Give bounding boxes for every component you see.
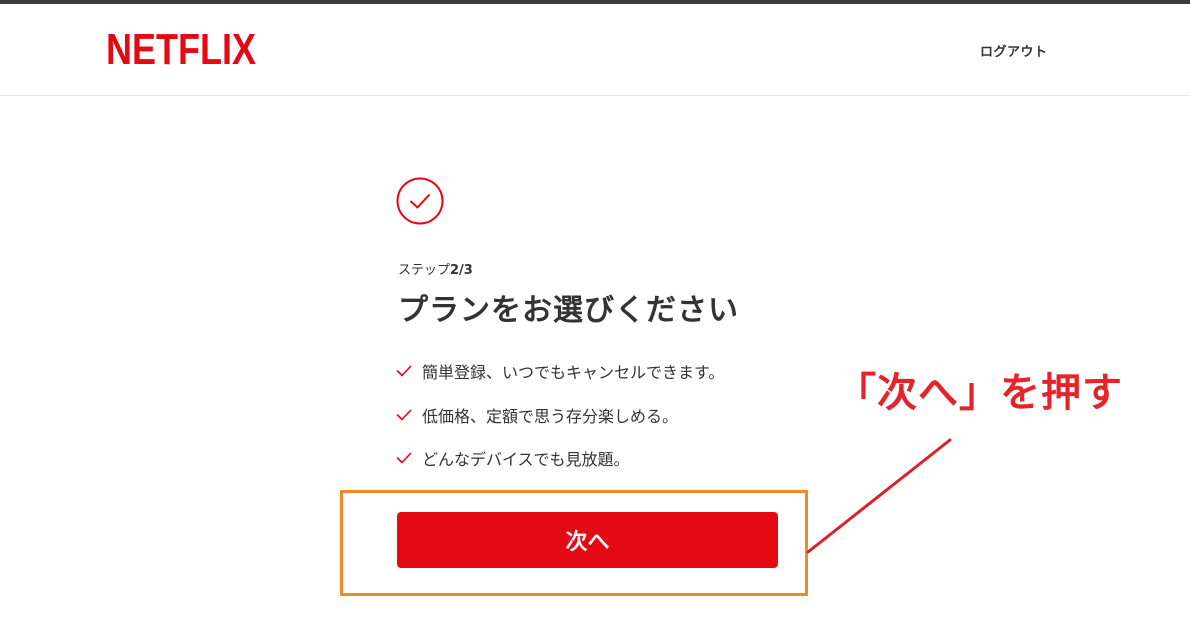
step-indicator: ステップ2/3 bbox=[398, 259, 473, 278]
logout-link[interactable]: ログアウト bbox=[980, 41, 1048, 60]
benefit-text: 低価格、定額で思う存分楽しめる。 bbox=[422, 406, 679, 426]
benefit-text: どんなデバイスでも見放題。 bbox=[422, 450, 630, 469]
step-number: 2/3 bbox=[450, 263, 473, 278]
page-title: プランをお選びください bbox=[398, 293, 739, 328]
checkmark-icon bbox=[396, 365, 412, 377]
checkmark-icon bbox=[396, 452, 412, 464]
next-button[interactable]: 次へ bbox=[397, 512, 778, 568]
benefit-item: どんなデバイスでも見放題。 bbox=[396, 447, 724, 469]
netflix-logo[interactable]: NETFLIX bbox=[106, 24, 258, 70]
logo-text: NETFLIX bbox=[106, 25, 256, 70]
benefit-item: 簡単登録、いつでもキャンセルできます。 bbox=[396, 360, 724, 382]
benefit-item: 低価格、定額で思う存分楽しめる。 bbox=[396, 404, 724, 426]
annotation-text: 「次へ」を押す bbox=[836, 370, 1123, 416]
checkmark-icon bbox=[396, 409, 412, 420]
step-prefix: ステップ bbox=[398, 263, 451, 278]
check-circle-icon bbox=[396, 177, 444, 225]
site-header: NETFLIX ログアウト bbox=[0, 4, 1190, 96]
benefits-list: 簡単登録、いつでもキャンセルできます。 低価格、定額で思う存分楽しめる。 どんな… bbox=[396, 360, 724, 491]
benefit-text: 簡単登録、いつでもキャンセルできます。 bbox=[422, 363, 725, 382]
